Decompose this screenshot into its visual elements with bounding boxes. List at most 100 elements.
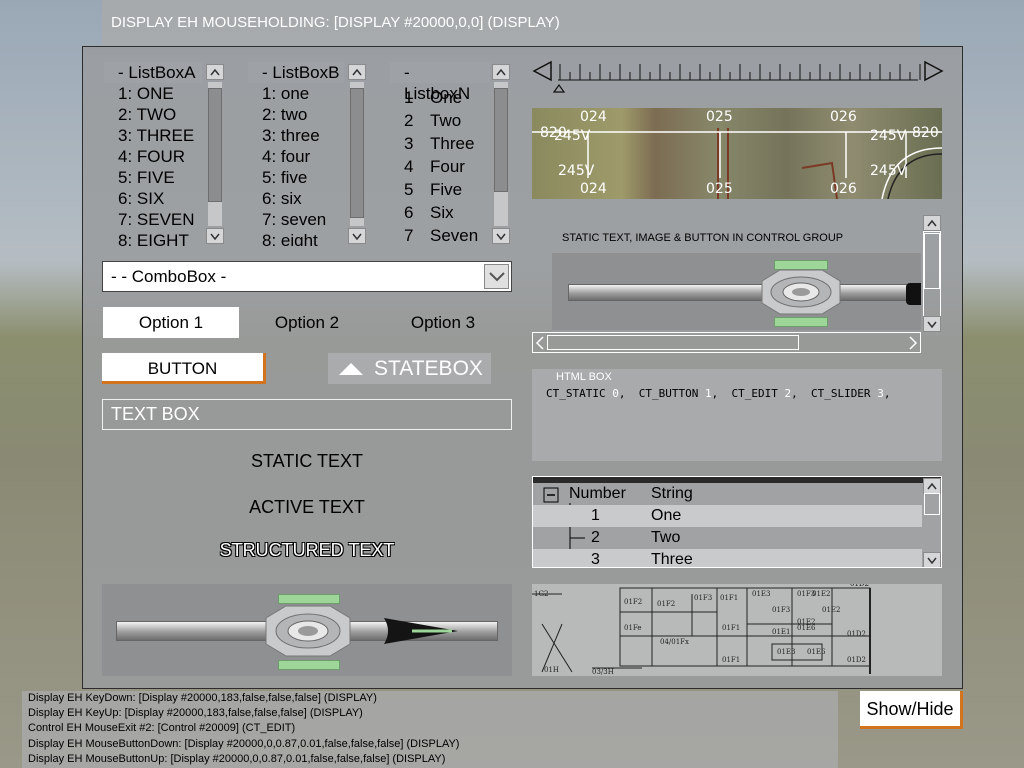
listbox-a-scrollbar[interactable] xyxy=(206,62,224,246)
tree-row[interactable]: 2 Two xyxy=(533,527,922,549)
scroll-down-button[interactable] xyxy=(206,228,224,244)
chevron-left-icon[interactable] xyxy=(535,336,545,350)
log-line: Display EH MouseButtonUp: [Display #2000… xyxy=(28,753,446,765)
statebox[interactable]: STATEBOX xyxy=(328,353,491,384)
knob-icon xyxy=(761,269,841,315)
control-group-vscroll[interactable] xyxy=(921,215,942,332)
floorplan-drawing: 01F201Fe01F201F3 01F104/01Fx01F101F101E30… xyxy=(532,584,871,676)
listbox-a[interactable]: - ListBoxA 1: ONE 2: TWO 3: THREE 4: FOU… xyxy=(104,62,226,246)
scroll-thumb[interactable] xyxy=(350,88,364,218)
scroll-up-button[interactable] xyxy=(923,215,941,231)
option-3-tab[interactable]: Option 3 xyxy=(375,307,511,338)
control-group-label: STATIC TEXT, IMAGE & BUTTON IN CONTROL G… xyxy=(562,232,844,244)
chevron-down-icon xyxy=(496,233,506,240)
text-box[interactable]: TEXT BOX xyxy=(102,399,512,430)
listbox-a-header[interactable]: - ListBoxA xyxy=(104,62,202,83)
scroll-up-button[interactable] xyxy=(492,64,510,80)
scroll-up-button[interactable] xyxy=(923,478,941,494)
list-item[interactable]: 8: EIGHT xyxy=(104,230,189,246)
button[interactable]: BUTTON xyxy=(102,353,266,384)
blueprint-room-label: 01E6 xyxy=(797,624,816,632)
scroll-thumb[interactable] xyxy=(547,335,799,350)
list-item[interactable]: 7: seven xyxy=(248,209,326,230)
listbox-b-scrollbar[interactable] xyxy=(348,62,366,246)
scroll-down-button[interactable] xyxy=(923,552,941,567)
list-item[interactable]: 2: TWO xyxy=(104,104,176,125)
list-item[interactable]: 7 Seven xyxy=(390,224,478,246)
list-item[interactable]: 5 Five xyxy=(390,178,462,201)
scroll-down-button[interactable] xyxy=(348,228,366,244)
listbox-n-header[interactable]: -ListboxN xyxy=(390,62,490,103)
list-item[interactable]: 1: one xyxy=(248,83,309,104)
map-strip[interactable]: 024 025 026 024 025 026 820 820 245V 245… xyxy=(532,108,942,199)
chevron-up-icon xyxy=(352,68,362,75)
chevron-right-icon[interactable] xyxy=(908,336,918,350)
list-item[interactable]: 5: five xyxy=(248,167,307,188)
list-item[interactable]: 3: THREE xyxy=(104,125,194,146)
active-text[interactable]: ACTIVE TEXT xyxy=(102,497,512,518)
list-item[interactable]: 4: FOUR xyxy=(104,146,185,167)
scroll-thumb[interactable] xyxy=(208,88,222,202)
map-bottom-label: 024 xyxy=(580,181,607,197)
listbox-b-header[interactable]: - ListBoxB xyxy=(248,62,344,83)
tree-view[interactable]: Number String 1 One 2 Two 3 Three xyxy=(532,476,942,568)
control-group-hscroll[interactable] xyxy=(532,332,921,353)
blueprint-room-label: 01D2 xyxy=(847,656,866,664)
list-item[interactable]: 2: two xyxy=(248,104,307,125)
image-widget xyxy=(102,584,512,676)
tree-column-number: Number xyxy=(569,485,626,502)
listbox-n-header-dash: - xyxy=(404,63,410,82)
tree-row[interactable]: 3 Three xyxy=(533,549,922,567)
list-item[interactable]: 2 Two xyxy=(390,109,461,132)
slider[interactable] xyxy=(532,58,944,94)
scroll-thumb[interactable] xyxy=(924,233,940,289)
arrow-pointer-icon xyxy=(384,618,458,644)
html-box[interactable]: HTML BOX CT_STATIC 0, CT_BUTTON 1, CT_ED… xyxy=(532,369,942,461)
collapse-icon[interactable] xyxy=(543,487,559,503)
list-item[interactable]: 4: four xyxy=(248,146,310,167)
combo-dropdown-button[interactable] xyxy=(484,264,509,289)
listbox-n-scrollbar[interactable] xyxy=(492,62,510,246)
scroll-up-button[interactable] xyxy=(206,64,224,80)
option-2-tab[interactable]: Option 2 xyxy=(239,307,375,338)
map-top-label: 025 xyxy=(706,109,733,125)
show-hide-button[interactable]: Show/Hide xyxy=(860,691,963,729)
html-box-title: HTML BOX xyxy=(556,371,612,383)
list-item[interactable]: 7: SEVEN xyxy=(104,209,195,230)
list-item[interactable]: 3 Three xyxy=(390,132,474,155)
list-item[interactable]: 6: six xyxy=(248,188,302,209)
chevron-down-icon xyxy=(210,233,220,240)
list-item[interactable]: 6: SIX xyxy=(104,188,164,209)
scroll-thumb[interactable] xyxy=(924,493,940,515)
list-item[interactable]: 8: eight xyxy=(248,230,318,246)
list-item[interactable]: 3: three xyxy=(248,125,320,146)
list-item[interactable]: 4 Four xyxy=(390,155,465,178)
blueprint-room-label: 01E1 xyxy=(772,628,790,636)
list-item[interactable]: 5: FIVE xyxy=(104,167,175,188)
list-item[interactable]: 6 Six xyxy=(390,201,454,224)
map-heading-label: 245V xyxy=(554,128,591,144)
green-pad-bottom xyxy=(278,660,340,670)
option-1-tab[interactable]: Option 1 xyxy=(103,307,239,338)
tree-row[interactable]: 1 One xyxy=(533,505,922,527)
map-bottom-label: 025 xyxy=(706,181,733,197)
scroll-thumb[interactable] xyxy=(494,88,508,192)
combo-box[interactable]: - - ComboBox - xyxy=(102,261,512,292)
scroll-down-button[interactable] xyxy=(492,228,510,244)
list-item[interactable]: 1 One xyxy=(390,86,462,109)
tree-vscroll[interactable] xyxy=(922,477,941,567)
tree-header-row[interactable]: Number String xyxy=(533,483,922,505)
chevron-up-icon xyxy=(210,68,220,75)
listbox-n[interactable]: -ListboxN 1 One 2 Two 3 Three 4 Four 5 Five 6… xyxy=(390,62,512,246)
blueprint-room-label: 04/01Fx xyxy=(660,638,689,646)
map-heading-label: 245V xyxy=(870,128,907,144)
slider-left-arrow-icon xyxy=(532,60,552,82)
blueprint-room-label: 01E2 xyxy=(822,606,840,614)
list-item[interactable]: 1: ONE xyxy=(104,83,174,104)
scroll-up-button[interactable] xyxy=(348,64,366,80)
chevron-up-icon xyxy=(927,482,937,489)
tree-column-string: String xyxy=(651,485,693,502)
scroll-down-button[interactable] xyxy=(923,316,941,332)
listbox-b[interactable]: - ListBoxB 1: one 2: two 3: three 4: fou… xyxy=(248,62,368,246)
structured-text: STRUCTURED TEXT xyxy=(219,540,395,560)
